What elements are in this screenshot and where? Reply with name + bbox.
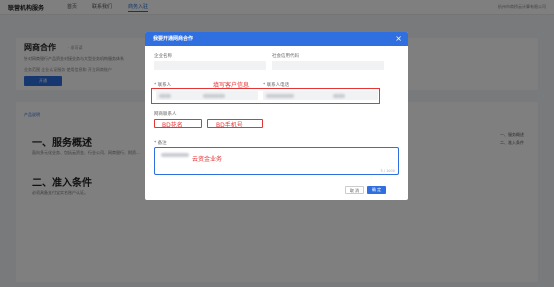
dialog-header: 我要开通网商合作 × (145, 32, 408, 46)
credit-code-input[interactable] (272, 61, 384, 70)
annotation-customer-info: 填写客户信息 (213, 82, 250, 89)
dialog-title: 我要开通网商合作 (153, 36, 194, 42)
char-counter: 5 / 1000 (380, 169, 395, 173)
company-name-input[interactable] (154, 61, 266, 70)
close-icon[interactable]: × (395, 33, 402, 44)
bd-contact-label: 网商联系人 (154, 112, 177, 117)
annotation-bd-phone: BD手机号 (216, 122, 243, 129)
remark-label: * 备注 (154, 141, 167, 146)
open-cooperation-dialog: 我要开通网商合作 × 企业名称 社会信用代码 * 联系人 * 联系人电话 填写客… (145, 32, 408, 200)
cancel-button[interactable]: 取 消 (345, 186, 364, 194)
remark-value-blur (161, 153, 189, 157)
customer-info-highlight (151, 88, 380, 104)
remark-textarea[interactable]: 云资金业务 5 / 1000 (154, 147, 399, 175)
annotation-bd-name: BD花名 (162, 122, 183, 129)
confirm-button[interactable]: 确 定 (367, 186, 386, 194)
company-name-label: 企业名称 (154, 54, 172, 59)
annotation-remark: 云资金业务 (192, 156, 223, 163)
credit-code-label: 社会信用代码 (272, 54, 299, 59)
